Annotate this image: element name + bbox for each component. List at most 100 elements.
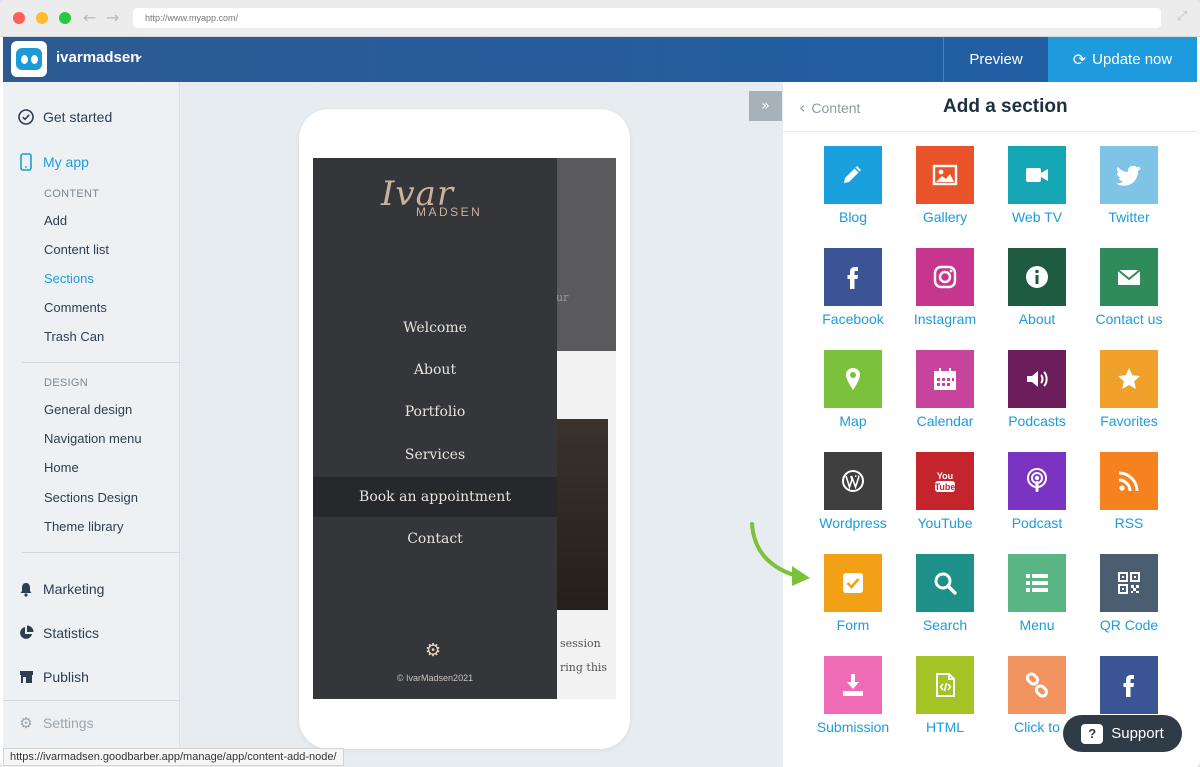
sidebar-item-get-started[interactable]: Get started: [3, 104, 180, 130]
menu-item-services[interactable]: Services: [313, 435, 557, 475]
section-tile-podcast[interactable]: Podcast: [991, 452, 1083, 552]
section-tile-podcasts[interactable]: Podcasts: [991, 350, 1083, 450]
section-tile-calendar[interactable]: Calendar: [899, 350, 991, 450]
forward-arrow-icon[interactable]: →: [106, 8, 119, 27]
add-section-panel: ‹ Content Add a section Blog Gallery Web T…: [783, 82, 1197, 767]
section-tile-instagram[interactable]: Instagram: [899, 248, 991, 348]
map-pin-icon: [824, 350, 882, 408]
youtube-icon: You Tube: [916, 452, 974, 510]
account-name[interactable]: ivarmadsen: [56, 49, 139, 66]
video-camera-icon: [1008, 146, 1066, 204]
qr-code-icon: [1100, 554, 1158, 612]
facebook-icon: [1100, 656, 1158, 714]
section-tile-web-tv[interactable]: Web TV: [991, 146, 1083, 246]
section-tile-label: Podcast: [1011, 515, 1063, 531]
section-tile-label: Contact us: [1095, 311, 1163, 327]
section-tile-label: Map: [839, 413, 867, 429]
sidebar-item-add[interactable]: Add: [44, 213, 67, 228]
speaker-icon: [1008, 350, 1066, 408]
app-header: ivarmadsen ⌄ Preview ⟳ Update now: [3, 37, 1197, 82]
facebook-icon: [824, 248, 882, 306]
section-tile-twitter[interactable]: Twitter: [1083, 146, 1175, 246]
section-tile-html[interactable]: HTML: [899, 656, 991, 756]
fullscreen-icon[interactable]: ⤢: [1177, 9, 1187, 24]
section-tile-label: Form: [836, 617, 870, 633]
support-button[interactable]: ? Support: [1063, 715, 1182, 752]
sidebar-item-comments[interactable]: Comments: [44, 300, 107, 315]
update-now-button[interactable]: ⟳ Update now: [1048, 37, 1197, 82]
section-tile-form[interactable]: Form: [807, 554, 899, 654]
section-tile-menu[interactable]: Menu: [991, 554, 1083, 654]
section-tile-label: HTML: [925, 719, 965, 735]
sidebar-item-marketing[interactable]: Marketing: [3, 576, 180, 602]
background-text: ring this: [560, 661, 608, 674]
menu-item-welcome[interactable]: Welcome: [313, 308, 557, 348]
section-tile-contact-us[interactable]: Contact us: [1083, 248, 1175, 348]
section-tile-label: Instagram: [913, 311, 977, 327]
menu-item-about[interactable]: About: [313, 350, 557, 390]
section-tile-map[interactable]: Map: [807, 350, 899, 450]
background-text: ur: [556, 291, 569, 304]
sidebar-item-sections-design[interactable]: Sections Design: [44, 490, 138, 505]
support-label: Support: [1111, 725, 1164, 742]
section-tile-label: Podcasts: [1008, 413, 1066, 429]
section-tile-blog[interactable]: Blog: [807, 146, 899, 246]
info-icon: [1008, 248, 1066, 306]
close-window-button[interactable]: [13, 12, 25, 24]
sidebar-item-navigation-menu[interactable]: Navigation menu: [44, 431, 142, 446]
sidebar-item-settings[interactable]: ⚙ Settings: [3, 710, 180, 736]
section-tile-gallery[interactable]: Gallery: [899, 146, 991, 246]
section-tile-youtube[interactable]: You Tube YouTube: [899, 452, 991, 552]
address-bar[interactable]: http://www.myapp.com/: [133, 8, 1161, 28]
sidebar-item-general-design[interactable]: General design: [44, 402, 132, 417]
section-tile-wordpress[interactable]: Wordpress: [807, 452, 899, 552]
chevron-down-icon[interactable]: ⌄: [133, 47, 145, 63]
app-logo[interactable]: [11, 41, 47, 77]
calendar-icon: [916, 350, 974, 408]
design-heading: DESIGN: [44, 377, 88, 389]
site-logo: Ivar MADSEN: [373, 172, 503, 224]
checkbox-icon: [824, 554, 882, 612]
collapse-panel-button[interactable]: »: [749, 91, 782, 121]
section-tile-about[interactable]: About: [991, 248, 1083, 348]
section-tile-search[interactable]: Search: [899, 554, 991, 654]
sidebar-item-my-app[interactable]: My app: [3, 149, 180, 175]
rss-icon: [1100, 452, 1158, 510]
sidebar-item-content-list[interactable]: Content list: [44, 242, 109, 257]
section-tile-label: Blog: [838, 209, 868, 225]
preview-button[interactable]: Preview: [943, 37, 1048, 82]
maximize-window-button[interactable]: [59, 12, 71, 24]
section-tile-label: Search: [922, 617, 968, 633]
sidebar-item-sections[interactable]: Sections: [44, 271, 94, 286]
pencil-icon: [824, 146, 882, 204]
section-tile-label: RSS: [1114, 515, 1144, 531]
wordpress-icon: [824, 452, 882, 510]
section-tile-rss[interactable]: RSS: [1083, 452, 1175, 552]
back-arrow-icon[interactable]: ←: [83, 8, 96, 27]
gear-icon: ⚙: [19, 714, 33, 732]
section-tile-qr-code[interactable]: QR Code: [1083, 554, 1175, 654]
sidebar-item-home[interactable]: Home: [44, 460, 79, 475]
minimize-window-button[interactable]: [36, 12, 48, 24]
menu-item-book-an-appointment[interactable]: Book an appointment: [313, 477, 557, 517]
sidebar-item-trash-can[interactable]: Trash Can: [44, 329, 104, 344]
menu-item-portfolio[interactable]: Portfolio: [313, 392, 557, 432]
back-label: Content: [811, 99, 861, 116]
sidebar-item-publish[interactable]: Publish: [3, 664, 180, 690]
pie-chart-icon: [17, 624, 35, 642]
gear-icon[interactable]: ⚙: [425, 640, 441, 661]
sidebar-item-statistics[interactable]: Statistics: [3, 620, 180, 646]
section-tile-label: QR Code: [1099, 617, 1159, 633]
bell-icon: [17, 580, 35, 598]
navigation-drawer: Ivar MADSEN Welcome About Portfolio Serv…: [313, 158, 557, 699]
sidebar-item-theme-library[interactable]: Theme library: [44, 519, 123, 534]
section-tile-facebook[interactable]: Facebook: [807, 248, 899, 348]
section-tile-label: About: [1018, 311, 1056, 327]
back-to-content-link[interactable]: ‹ Content: [799, 98, 860, 117]
envelope-icon: [1100, 248, 1158, 306]
panel-header: ‹ Content Add a section: [783, 82, 1197, 132]
section-tile-submission[interactable]: Submission: [807, 656, 899, 756]
divider: [22, 362, 180, 363]
menu-item-contact[interactable]: Contact: [313, 519, 557, 559]
section-tile-favorites[interactable]: Favorites: [1083, 350, 1175, 450]
